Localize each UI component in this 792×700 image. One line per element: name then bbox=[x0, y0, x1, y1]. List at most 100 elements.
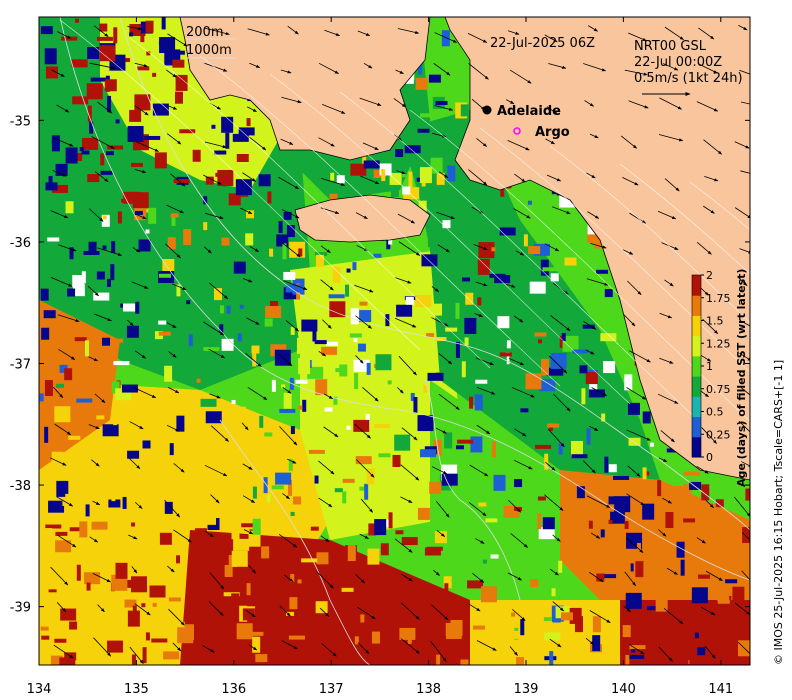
sst-pixel bbox=[271, 485, 284, 490]
sst-pixel bbox=[275, 472, 292, 485]
sst-pixel bbox=[680, 559, 685, 576]
sst-pixel bbox=[251, 631, 264, 636]
colorbar-segment bbox=[692, 396, 701, 418]
sst-pixel bbox=[168, 597, 181, 602]
sst-pixel bbox=[392, 454, 401, 467]
sst-pixel bbox=[334, 488, 343, 493]
sst-pixel bbox=[55, 531, 68, 536]
sst-pixel bbox=[255, 654, 268, 663]
sst-pixel bbox=[76, 564, 81, 581]
sst-pixel bbox=[231, 593, 240, 602]
sst-pixel bbox=[308, 449, 325, 454]
sst-pixel bbox=[333, 640, 346, 649]
sst-pixel bbox=[464, 317, 477, 334]
sst-pixel bbox=[537, 496, 546, 501]
sst-pixel bbox=[203, 222, 208, 231]
sst-pixel bbox=[336, 175, 345, 184]
sst-pixel bbox=[310, 526, 319, 531]
sst-pixel bbox=[295, 379, 308, 384]
sst-pixel bbox=[96, 415, 105, 420]
sst-pixel bbox=[339, 364, 348, 377]
sst-pixel bbox=[148, 207, 157, 224]
sst-pixel bbox=[111, 493, 116, 502]
sst-pixel bbox=[635, 561, 644, 578]
sst-pixel bbox=[283, 211, 292, 220]
sst-pixel bbox=[122, 408, 135, 413]
sst-pixel bbox=[521, 443, 526, 460]
sst-pixel bbox=[433, 635, 446, 648]
sst-pixel bbox=[84, 572, 101, 585]
sst-pixel bbox=[221, 482, 230, 491]
sst-pixel bbox=[378, 453, 391, 458]
sst-pixel bbox=[179, 217, 188, 230]
sst-pixel bbox=[233, 538, 250, 551]
sst-pixel bbox=[608, 464, 617, 473]
colorbar-tick-label: 1.25 bbox=[706, 337, 731, 350]
sst-pixel bbox=[493, 474, 506, 491]
sst-pixel bbox=[137, 66, 150, 71]
sst-pixel bbox=[600, 529, 605, 538]
sst-pixel bbox=[290, 326, 295, 335]
sst-pixel bbox=[315, 601, 328, 614]
sst-pixel bbox=[328, 294, 345, 299]
sst-pixel bbox=[113, 361, 130, 366]
sst-pixel bbox=[542, 267, 559, 272]
sst-pixel bbox=[169, 443, 174, 456]
sst-pixel bbox=[214, 150, 227, 155]
sst-pixel bbox=[613, 475, 630, 480]
sst-pixel bbox=[530, 579, 539, 588]
sst-pixel bbox=[59, 657, 76, 665]
sst-pixel bbox=[367, 548, 380, 565]
sst-pixel bbox=[396, 304, 413, 317]
sst-pixel bbox=[464, 337, 469, 346]
sst-pixel bbox=[359, 301, 368, 306]
sst-pixel bbox=[44, 426, 49, 443]
sst-pixel bbox=[154, 616, 171, 633]
sst-pixel bbox=[194, 528, 207, 545]
sst-pixel bbox=[141, 603, 146, 608]
sst-pixel bbox=[483, 659, 500, 665]
sst-pixel bbox=[200, 398, 217, 407]
sst-pixel bbox=[81, 150, 90, 155]
sst-pixel bbox=[528, 246, 541, 255]
sst-pixel bbox=[206, 452, 211, 465]
sst-pixel bbox=[65, 201, 74, 214]
credit-label: © IMOS 25-Jul-2025 16:15 Hobart; Tscale=… bbox=[772, 360, 785, 665]
sst-pixel bbox=[297, 579, 302, 584]
sst-pixel bbox=[683, 518, 696, 523]
sst-pixel bbox=[44, 528, 53, 545]
sst-pixel bbox=[445, 327, 458, 332]
sst-pixel bbox=[614, 561, 631, 574]
sst-pixel bbox=[176, 555, 181, 564]
sst-pixel bbox=[123, 303, 136, 312]
sst-pixel bbox=[346, 425, 351, 430]
sst-pixel bbox=[697, 647, 706, 656]
sst-pixel bbox=[588, 520, 593, 529]
sst-pixel bbox=[142, 647, 147, 664]
sst-pixel bbox=[642, 467, 647, 480]
sst-pixel bbox=[279, 408, 296, 413]
sst-pixel bbox=[149, 585, 166, 598]
sst-pixel bbox=[350, 308, 359, 325]
sst-pixel bbox=[528, 618, 537, 631]
sst-pixel bbox=[298, 358, 311, 375]
sst-pixel bbox=[47, 237, 60, 242]
sst-pixel bbox=[233, 261, 246, 274]
sst-pixel bbox=[516, 657, 525, 665]
colorbar-segment bbox=[692, 355, 701, 377]
sst-pixel bbox=[537, 339, 542, 344]
sst-pixel bbox=[417, 507, 430, 520]
argo-label: Argo bbox=[535, 125, 570, 140]
sst-pixel bbox=[40, 626, 49, 631]
sst-pixel bbox=[69, 621, 78, 630]
sst-pixel bbox=[470, 436, 483, 453]
sst-pixel bbox=[469, 396, 474, 409]
sst-pixel bbox=[624, 520, 629, 529]
sst-pixel bbox=[183, 229, 192, 246]
sst-pixel bbox=[415, 295, 432, 308]
sst-pixel bbox=[221, 338, 234, 351]
sst-pixel bbox=[349, 333, 362, 338]
sst-pixel bbox=[86, 220, 99, 229]
sst-pixel bbox=[279, 619, 292, 632]
sst-pixel bbox=[421, 648, 434, 665]
